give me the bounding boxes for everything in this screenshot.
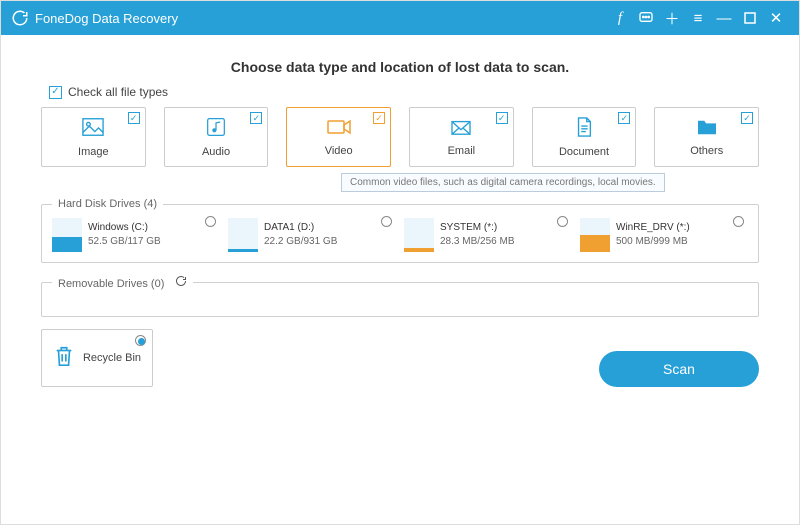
checkbox-icon: ✓	[250, 112, 262, 124]
check-all-toggle[interactable]: ✓ Check all file types	[49, 85, 759, 99]
menu-icon[interactable]: ≡	[685, 5, 711, 31]
page-heading: Choose data type and location of lost da…	[41, 59, 759, 75]
checkbox-icon: ✓	[496, 112, 508, 124]
drive-name: WinRE_DRV (*:)	[616, 222, 690, 233]
card-label: Image	[78, 146, 109, 158]
hdd-legend: Hard Disk Drives (4)	[52, 198, 163, 210]
drive-item[interactable]: SYSTEM (*:) 28.3 MB/256 MB	[404, 218, 572, 252]
drive-item[interactable]: Windows (C:) 52.5 GB/117 GB	[52, 218, 220, 252]
drive-item[interactable]: WinRE_DRV (*:) 500 MB/999 MB	[580, 218, 748, 252]
audio-icon	[206, 117, 226, 142]
drive-icon	[228, 218, 258, 252]
drive-size: 52.5 GB/117 GB	[88, 236, 161, 247]
checkbox-icon: ✓	[618, 112, 630, 124]
radio-icon	[381, 216, 392, 227]
card-label: Others	[690, 145, 723, 157]
removable-section: Removable Drives (0)	[41, 275, 759, 317]
drive-icon	[580, 218, 610, 252]
drive-size: 500 MB/999 MB	[616, 236, 688, 247]
drive-name: DATA1 (D:)	[264, 222, 314, 233]
drive-size: 28.3 MB/256 MB	[440, 236, 514, 247]
file-type-cards: ✓ Image ✓ Audio ✓ Video ✓ Email ✓ Docume…	[41, 107, 759, 167]
facebook-icon[interactable]: f	[607, 5, 633, 31]
document-icon	[575, 117, 593, 142]
card-video[interactable]: ✓ Video	[286, 107, 391, 167]
app-logo-icon	[11, 9, 29, 27]
card-label: Email	[448, 145, 476, 157]
checkbox-icon: ✓	[373, 112, 385, 124]
radio-icon	[557, 216, 568, 227]
trash-icon	[53, 344, 75, 373]
add-icon[interactable]: ＋	[659, 5, 685, 31]
feedback-icon[interactable]	[633, 5, 659, 31]
video-icon	[327, 118, 351, 141]
scan-button[interactable]: Scan	[599, 351, 759, 387]
checkbox-icon: ✓	[49, 86, 62, 99]
video-tooltip: Common video files, such as digital came…	[341, 173, 665, 192]
card-label: Audio	[202, 146, 230, 158]
folder-icon	[696, 118, 718, 141]
radio-icon	[135, 335, 146, 346]
checkbox-icon: ✓	[128, 112, 140, 124]
close-icon[interactable]: ✕	[763, 5, 789, 31]
drive-size: 22.2 GB/931 GB	[264, 236, 337, 247]
card-email[interactable]: ✓ Email	[409, 107, 514, 167]
drive-item[interactable]: DATA1 (D:) 22.2 GB/931 GB	[228, 218, 396, 252]
email-icon	[450, 118, 472, 141]
card-label: Video	[325, 145, 353, 157]
drive-icon	[404, 218, 434, 252]
refresh-icon[interactable]	[175, 278, 187, 290]
card-audio[interactable]: ✓ Audio	[164, 107, 269, 167]
drive-name: SYSTEM (*:)	[440, 222, 497, 233]
image-icon	[82, 117, 104, 142]
app-title: FoneDog Data Recovery	[35, 11, 178, 26]
minimize-icon[interactable]: ―	[711, 5, 737, 31]
removable-legend: Removable Drives (0)	[52, 275, 193, 290]
drive-name: Windows (C:)	[88, 222, 148, 233]
title-bar: FoneDog Data Recovery f ＋ ≡ ― ✕	[1, 1, 799, 35]
maximize-icon[interactable]	[737, 5, 763, 31]
card-others[interactable]: ✓ Others	[654, 107, 759, 167]
card-document[interactable]: ✓ Document	[532, 107, 637, 167]
check-all-label: Check all file types	[68, 85, 168, 99]
drive-icon	[52, 218, 82, 252]
recycle-label: Recycle Bin	[83, 352, 141, 364]
checkbox-icon: ✓	[741, 112, 753, 124]
radio-icon	[733, 216, 744, 227]
card-image[interactable]: ✓ Image	[41, 107, 146, 167]
radio-icon	[205, 216, 216, 227]
hard-disk-section: Hard Disk Drives (4) Windows (C:) 52.5 GB…	[41, 198, 759, 263]
recycle-bin-option[interactable]: Recycle Bin	[41, 329, 153, 387]
card-label: Document	[559, 146, 609, 158]
